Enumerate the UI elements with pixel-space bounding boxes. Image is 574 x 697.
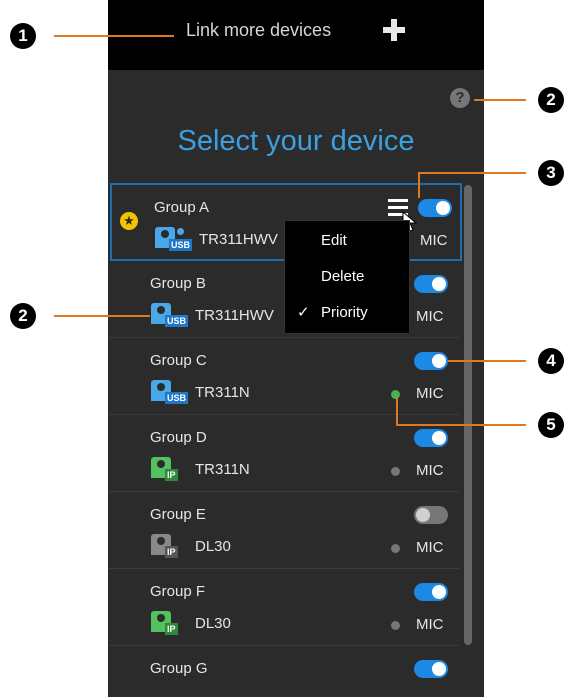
group-toggle[interactable]: [418, 199, 452, 217]
help-icon[interactable]: ?: [450, 88, 470, 108]
status-dot-icon: [177, 228, 184, 235]
group-toggle[interactable]: [414, 583, 448, 601]
mic-label: MIC: [416, 462, 444, 479]
device-row-group-g[interactable]: Group G: [108, 646, 460, 697]
mic-label: MIC: [420, 232, 448, 249]
menu-item-delete[interactable]: Delete: [285, 259, 409, 295]
ip-camera-icon: IP: [151, 534, 185, 558]
device-row-group-d[interactable]: Group D IP TR311N MIC: [108, 415, 460, 492]
device-name: TR311HWV: [195, 307, 274, 324]
callout-line: [474, 99, 526, 101]
device-panel: Link more devices ? Select your device ★…: [108, 0, 484, 697]
usb-camera-icon: USB: [151, 303, 189, 327]
device-row-group-f[interactable]: Group F IP DL30 MIC: [108, 569, 460, 646]
group-name: Group A: [154, 199, 210, 216]
callout-line: [54, 35, 174, 37]
ip-camera-icon: IP: [151, 611, 185, 635]
callout-badge: 2: [538, 87, 564, 113]
group-name: Group F: [150, 583, 206, 600]
group-name: Group B: [150, 275, 206, 292]
mic-status-dot: [391, 621, 400, 630]
device-row-group-c[interactable]: Group C USB TR311N MIC: [108, 338, 460, 415]
scrollbar[interactable]: [464, 185, 472, 645]
check-icon: ✓: [297, 304, 310, 321]
menu-item-edit[interactable]: Edit: [285, 223, 409, 259]
callout-line: [448, 360, 526, 362]
device-name: TR311HWV: [199, 231, 278, 248]
device-row-group-e[interactable]: Group E IP DL30 MIC: [108, 492, 460, 569]
plus-icon[interactable]: [383, 19, 405, 41]
mic-status-dot: [391, 467, 400, 476]
group-toggle[interactable]: [414, 506, 448, 524]
page-title: Select your device: [177, 125, 415, 157]
callout-line: [396, 424, 526, 426]
group-toggle[interactable]: [414, 429, 448, 447]
mic-label: MIC: [416, 385, 444, 402]
star-icon: ★: [120, 212, 138, 230]
callout-line: [420, 172, 526, 174]
group-toggle[interactable]: [414, 352, 448, 370]
callout-badge: 5: [538, 412, 564, 438]
device-name: TR311N: [195, 461, 250, 478]
link-more-devices-label[interactable]: Link more devices: [186, 20, 331, 41]
callout-badge: 2: [10, 303, 36, 329]
device-name: DL30: [195, 615, 231, 632]
mic-label: MIC: [416, 539, 444, 556]
group-name: Group D: [150, 429, 207, 446]
usb-camera-icon: USB: [151, 380, 189, 404]
device-name: TR311N: [195, 384, 250, 401]
callout-line: [54, 315, 150, 317]
callout-badge: 3: [538, 160, 564, 186]
group-toggle[interactable]: [414, 275, 448, 293]
mic-label: MIC: [416, 616, 444, 633]
group-toggle[interactable]: [414, 660, 448, 678]
group-name: Group C: [150, 352, 207, 369]
mic-label: MIC: [416, 308, 444, 325]
callout-line: [396, 398, 398, 424]
callout-line: [418, 172, 420, 198]
callout-badge: 4: [538, 348, 564, 374]
ip-camera-icon: IP: [151, 457, 185, 481]
callout-badge: 1: [10, 23, 36, 49]
group-name: Group E: [150, 506, 206, 523]
group-name: Group G: [150, 660, 208, 677]
context-menu: Edit Delete ✓ Priority: [284, 220, 410, 334]
device-name: DL30: [195, 538, 231, 555]
menu-item-priority[interactable]: ✓ Priority: [285, 295, 409, 331]
mic-status-dot: [391, 544, 400, 553]
